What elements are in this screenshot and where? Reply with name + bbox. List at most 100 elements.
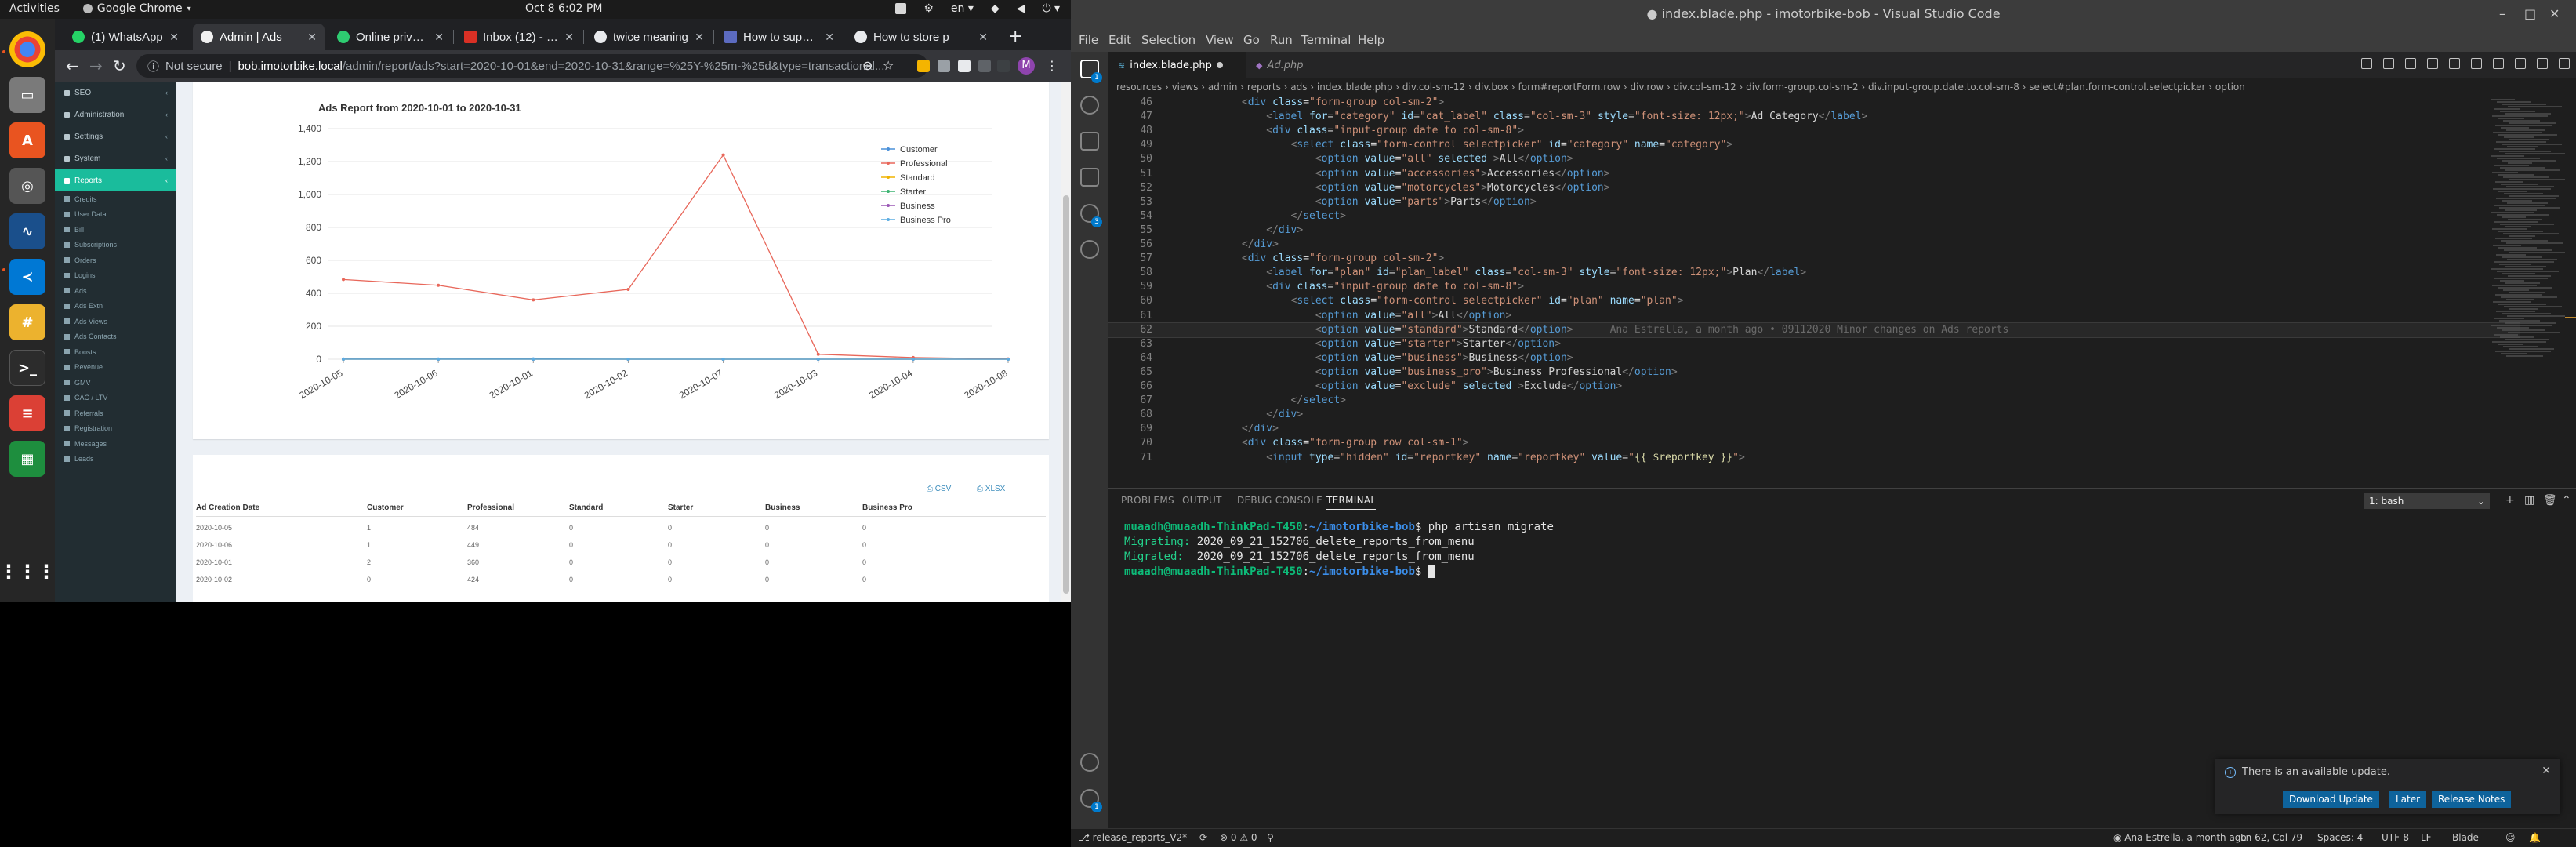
sidebar-subitem-cac-ltv[interactable]: CAC / LTV	[55, 391, 176, 405]
back-button[interactable]: ←	[66, 56, 79, 75]
code-line[interactable]: 49 <select class="form-control selectpic…	[1108, 138, 2520, 152]
code-line[interactable]: 55 </div>	[1108, 224, 2520, 238]
code-line[interactable]: 56 </div>	[1108, 238, 2520, 252]
maximize-icon[interactable]: □	[2524, 6, 2538, 21]
close-icon[interactable]: ✕	[434, 31, 444, 44]
code-line[interactable]: 69 </div>	[1108, 422, 2520, 436]
todoist-icon[interactable]: ≡	[9, 395, 45, 431]
table-header[interactable]: Customer	[367, 503, 404, 512]
profile-avatar[interactable]: M	[1018, 57, 1035, 75]
git-lens-icon[interactable]	[2383, 58, 2394, 69]
sync-icon[interactable]: ⟳	[1199, 832, 1207, 843]
sidebar-subitem-subscriptions[interactable]: Subscriptions	[55, 238, 176, 253]
sidebar-subitem-orders[interactable]: Orders	[55, 253, 176, 267]
table-header[interactable]: Standard	[569, 503, 603, 512]
tab-ad-php[interactable]: ◆ Ad.php	[1246, 52, 1333, 78]
code-line[interactable]: 51 <option value="accessories">Accessori…	[1108, 167, 2520, 181]
later-button[interactable]: Later	[2389, 791, 2427, 808]
code-line[interactable]: 48 <div class="input-group date to col-s…	[1108, 124, 2520, 138]
go-forward-icon[interactable]	[2427, 58, 2438, 69]
release-notes-button[interactable]: Release Notes	[2432, 791, 2512, 808]
table-header[interactable]: Ad Creation Date	[196, 503, 259, 512]
tab-whatsapp[interactable]: (1) WhatsApp ✕	[64, 24, 187, 50]
go-back-icon[interactable]	[2405, 58, 2416, 69]
legend-label[interactable]: Customer	[900, 145, 938, 154]
table-header[interactable]: Business	[765, 503, 800, 512]
tab-debug-console[interactable]: DEBUG CONSOLE	[1237, 495, 1322, 506]
tab-terminal[interactable]: TERMINAL	[1326, 495, 1377, 510]
data-point[interactable]	[816, 358, 820, 361]
indentation-status[interactable]: Spaces: 4	[2317, 832, 2363, 843]
code-line[interactable]: 54 </select>	[1108, 209, 2520, 224]
close-icon[interactable]: ✕	[307, 31, 317, 44]
tab-how-to-support[interactable]: How to suppor ✕	[717, 24, 842, 50]
menu-view[interactable]: View	[1206, 33, 1234, 47]
slack-icon[interactable]: #	[9, 304, 45, 340]
tab-output[interactable]: OUTPUT	[1182, 495, 1222, 506]
code-line[interactable]: 47 <label for="category" id="cat_label" …	[1108, 110, 2520, 124]
sidebar-subitem-boosts[interactable]: Boosts	[55, 344, 176, 359]
legend-label[interactable]: Starter	[900, 187, 926, 197]
data-point[interactable]	[626, 358, 630, 361]
minimize-icon[interactable]: –	[2499, 6, 2513, 21]
sidebar-subitem-gmv[interactable]: GMV	[55, 375, 176, 390]
close-icon[interactable]: ✕	[169, 31, 179, 44]
menu-kebab-icon[interactable]: ⋮	[1046, 58, 1058, 73]
compare-icon[interactable]	[2361, 58, 2372, 69]
code-editor[interactable]: 46 <div class="form-group col-sm-2"> 47 <…	[1108, 96, 2576, 522]
cursor-position[interactable]: Ln 62, Col 79	[2240, 832, 2302, 843]
activities-button[interactable]: Activities	[9, 2, 60, 15]
sidebar-subitem-registration[interactable]: Registration	[55, 421, 176, 436]
apps-grid-icon[interactable]: ⋮⋮⋮	[0, 554, 56, 590]
code-line[interactable]: 63 <option value="starter">Starter</opti…	[1108, 337, 2520, 351]
vscode-icon[interactable]: ≺	[9, 259, 45, 295]
legend-label[interactable]: Business Pro	[900, 216, 951, 225]
bookmark-star-icon[interactable]: ☆	[883, 58, 894, 73]
code-line[interactable]: 62 <option value="standard">Standard</op…	[1108, 322, 2520, 338]
clipboard-icon[interactable]	[895, 3, 907, 14]
files-icon[interactable]: ▭	[9, 77, 45, 113]
sidebar-subitem-revenue[interactable]: Revenue	[55, 360, 176, 375]
terminal-icon[interactable]: >_	[9, 350, 45, 386]
code-line[interactable]: 68 </div>	[1108, 408, 2520, 422]
maximize-panel-icon[interactable]: ⌃	[2562, 494, 2571, 507]
table-header[interactable]: Professional	[467, 503, 514, 512]
tab-inbox[interactable]: Inbox (12) - mu ✕	[456, 24, 582, 50]
language-status[interactable]: Blade	[2452, 832, 2479, 843]
code-line[interactable]: 71 <input type="hidden" id="reportkey" n…	[1108, 451, 2520, 465]
more-actions-icon[interactable]	[2559, 58, 2570, 69]
tab-twice-meaning[interactable]: twice meaning ✕	[586, 24, 712, 50]
address-bar[interactable]: ⓘ Not secure | bob.imotorbike.local/admi…	[136, 54, 928, 78]
code-line[interactable]: 67 </select>	[1108, 394, 2520, 408]
git-history-icon[interactable]	[1080, 240, 1099, 259]
tab-index-blade[interactable]: ≋ index.blade.php	[1108, 52, 1246, 78]
code-line[interactable]: 64 <option value="business">Business</op…	[1108, 351, 2520, 365]
data-point[interactable]	[342, 358, 345, 361]
extension-icon[interactable]	[997, 60, 1010, 72]
tab-admin-ads[interactable]: Admin | Ads ✕	[193, 24, 325, 50]
software-icon[interactable]: A	[9, 122, 45, 158]
editor-scrollbar[interactable]	[2565, 96, 2576, 522]
code-line[interactable]: 61 <option value="all">All</option>	[1108, 309, 2520, 323]
split-terminal-icon[interactable]: ▥	[2524, 494, 2534, 507]
close-icon[interactable]: ✕	[825, 31, 834, 44]
forward-button[interactable]: →	[89, 56, 103, 75]
menu-go[interactable]: Go	[1243, 33, 1260, 47]
code-line[interactable]: 59 <div class="input-group date to col-s…	[1108, 280, 2520, 294]
sidebar-subitem-bill[interactable]: Bill	[55, 222, 176, 237]
preview-icon[interactable]	[2515, 58, 2526, 69]
spreadsheet-icon[interactable]: ▦	[9, 441, 45, 477]
legend-label[interactable]: Business	[900, 202, 935, 211]
code-line[interactable]: 46 <div class="form-group col-sm-2">	[1108, 96, 2520, 110]
extensions-puzzle-icon[interactable]	[978, 60, 991, 72]
sidebar-subitem-ads[interactable]: Ads	[55, 283, 176, 298]
data-point[interactable]	[532, 298, 535, 302]
code-line[interactable]: 53 <option value="parts">Parts</option>	[1108, 195, 2520, 209]
scroll-thumb[interactable]	[1063, 195, 1069, 594]
extension-icon[interactable]	[958, 60, 971, 72]
data-point[interactable]	[437, 358, 441, 361]
data-point[interactable]	[532, 358, 535, 361]
sidebar-subitem-ads-views[interactable]: Ads Views	[55, 314, 176, 329]
menu-selection[interactable]: Selection	[1141, 33, 1195, 47]
menu-edit[interactable]: Edit	[1108, 33, 1131, 47]
